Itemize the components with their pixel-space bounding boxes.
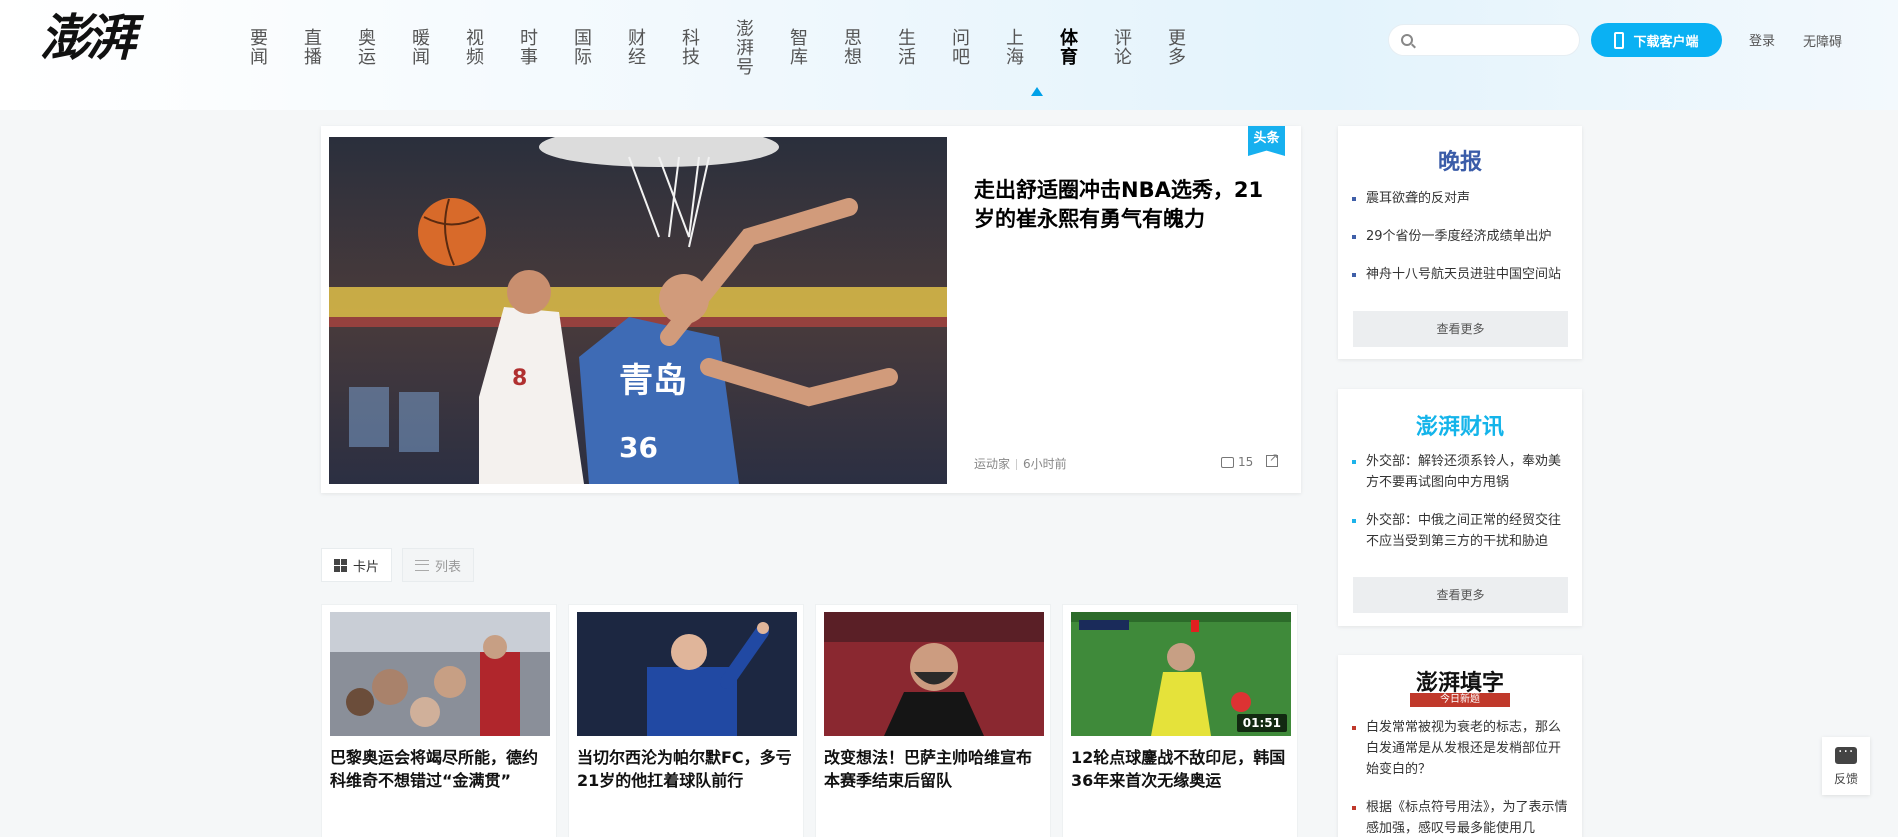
feedback-label: 反馈 <box>1833 772 1858 786</box>
list-view-button[interactable]: 列表 <box>402 548 475 582</box>
share-icon[interactable] <box>1266 451 1278 467</box>
evening-news-item[interactable]: 29个省份一季度经济成绩单出炉 <box>1352 226 1570 247</box>
news-card[interactable]: 当切尔西沦为帕尔默FC，多亏21岁的他扛着球队前行 <box>568 604 804 837</box>
grid-icon <box>334 558 347 572</box>
finance-news-list: 外交部：解铃还须系铃人，奉劝美方不要再试图向中方甩锅 外交部：中俄之间正常的经贸… <box>1352 451 1570 569</box>
evening-news-panel: 晚报 震耳欲聋的反对声 29个省份一季度经济成绩单出炉 神舟十八号航天员进驻中国… <box>1338 126 1582 359</box>
news-card-title[interactable]: 巴黎奥运会将竭尽所能，德约科维奇不想错过“金满贯” <box>330 746 552 792</box>
headline-source[interactable]: 运动家 <box>974 457 1010 471</box>
nav-item[interactable]: 问吧 <box>915 12 970 82</box>
nav-item[interactable]: 更多 <box>1131 12 1186 82</box>
comment-count-value: 15 <box>1238 455 1254 469</box>
nav-item[interactable]: 评论 <box>1077 12 1132 82</box>
header: 澎湃 要闻 直播 奥运 暖闻 视频 时事 国际 财经 科技 澎湃号 智库 思想 生活 问吧 上海 体育 评论 更多… <box>0 0 1898 110</box>
evening-news-item[interactable]: 震耳欲聋的反对声 <box>1352 188 1570 209</box>
nav-item[interactable]: 思想 <box>807 12 862 82</box>
news-card[interactable]: 巴黎奥运会将竭尽所能，德约科维奇不想错过“金满贯” <box>321 604 557 837</box>
news-card[interactable]: 改变想法！巴萨主帅哈维宣布本赛季结束后留队 <box>815 604 1051 837</box>
view-toggle: 卡片 列表 <box>321 548 475 582</box>
nav-item[interactable]: 时事 <box>483 12 538 82</box>
nav-item[interactable]: 视频 <box>429 12 484 82</box>
crossword-list: 白发常常被视为衰老的标志，那么白发通常是从发根还是发梢部位开始变白的？ 根据《标… <box>1352 717 1570 837</box>
search-input[interactable] <box>1421 30 1571 50</box>
feedback-button[interactable]: 反馈 <box>1822 737 1870 795</box>
nav-item[interactable]: 科技 <box>645 12 700 82</box>
list-view-label: 列表 <box>435 559 462 575</box>
nav-item[interactable]: 智库 <box>753 12 808 82</box>
comment-icon <box>1221 456 1234 468</box>
news-card-image[interactable]: 01:51 <box>1071 612 1291 736</box>
finance-news-item[interactable]: 外交部：中俄之间正常的经贸交往不应当受到第三方的干扰和胁迫 <box>1352 510 1570 552</box>
download-label: 下载客户端 <box>1633 34 1699 50</box>
svg-text:36: 36 <box>619 431 658 464</box>
crossword-panel: 澎湃填字 今日新题 白发常常被视为衰老的标志，那么白发通常是从发根还是发梢部位开… <box>1338 655 1582 837</box>
nav-item[interactable]: 体育 <box>1023 12 1078 82</box>
nav-item[interactable]: 暖闻 <box>375 12 430 82</box>
news-card-title[interactable]: 12轮点球鏖战不敌印尼，韩国36年来首次无缘奥运 <box>1071 746 1293 792</box>
nav-item[interactable]: 直播 <box>267 12 322 82</box>
nav-item[interactable]: 财经 <box>591 12 646 82</box>
card-view-label: 卡片 <box>353 559 380 575</box>
news-card-title[interactable]: 改变想法！巴萨主帅哈维宣布本赛季结束后留队 <box>824 746 1046 792</box>
accessibility-link[interactable]: 无障碍 <box>1803 31 1842 50</box>
nav-item[interactable]: 上海 <box>969 12 1024 82</box>
headline-badge: 头条 <box>1248 126 1285 156</box>
news-card[interactable]: 01:51 12轮点球鏖战不敌印尼，韩国36年来首次无缘奥运 <box>1062 604 1298 837</box>
evening-news-logo[interactable]: 晚报 <box>1338 144 1582 176</box>
list-icon <box>415 559 430 571</box>
comment-count[interactable]: 15 <box>1221 455 1253 469</box>
evening-news-item[interactable]: 神舟十八号航天员进驻中国空间站 <box>1352 264 1570 285</box>
nav-item[interactable]: 奥运 <box>321 12 376 82</box>
news-card-title[interactable]: 当切尔西沦为帕尔默FC，多亏21岁的他扛着球队前行 <box>577 746 799 792</box>
news-card-image[interactable] <box>330 612 550 736</box>
finance-more-button[interactable]: 查看更多 <box>1353 577 1568 613</box>
card-view-button[interactable]: 卡片 <box>321 548 393 582</box>
crossword-subtitle: 今日新题 <box>1410 693 1510 707</box>
news-card-grid: 巴黎奥运会将竭尽所能，德约科维奇不想错过“金满贯” 当切尔西沦为帕尔默FC，多亏… <box>321 604 1298 837</box>
finance-news-logo[interactable]: 澎湃财讯 <box>1338 409 1582 441</box>
crossword-item[interactable]: 白发常常被视为衰老的标志，那么白发通常是从发根还是发梢部位开始变白的？ <box>1352 717 1570 780</box>
search-icon[interactable] <box>1401 34 1413 46</box>
main-nav: 要闻 直播 奥运 暖闻 视频 时事 国际 财经 科技 澎湃号 智库 思想 生活 问吧 上海 体育 评论 更多 <box>213 12 1186 82</box>
active-nav-indicator <box>1031 87 1043 96</box>
nav-item[interactable]: 澎湃号 <box>699 12 754 82</box>
evening-news-list: 震耳欲聋的反对声 29个省份一季度经济成绩单出炉 神舟十八号航天员进驻中国空间站 <box>1352 188 1570 302</box>
headline-card[interactable]: 青岛 36 8 头条 走出舒适圈冲击NBA选秀，21岁的崔永熙有勇气有魄力 运动… <box>321 126 1301 493</box>
finance-news-item[interactable]: 外交部：解铃还须系铃人，奉劝美方不要再试图向中方甩锅 <box>1352 451 1570 493</box>
headline-meta: 运动家 6小时前 <box>974 455 1067 472</box>
news-card-image[interactable] <box>824 612 1044 736</box>
site-logo[interactable]: 澎湃 <box>40 6 150 70</box>
headline-title[interactable]: 走出舒适圈冲击NBA选秀，21岁的崔永熙有勇气有魄力 <box>974 176 1279 234</box>
nav-item[interactable]: 要闻 <box>213 12 268 82</box>
svg-text:8: 8 <box>512 366 527 391</box>
crossword-item[interactable]: 根据《标点符号用法》，为了表示情感加强，感叹号最多能使用几 <box>1352 797 1570 837</box>
download-app-button[interactable]: 下载客户端 <box>1591 23 1722 57</box>
evening-more-button[interactable]: 查看更多 <box>1353 311 1568 347</box>
svg-text:青岛: 青岛 <box>619 361 687 401</box>
headline-time: 6小时前 <box>1023 457 1067 471</box>
phone-icon <box>1614 31 1625 49</box>
nav-item[interactable]: 生活 <box>861 12 916 82</box>
chat-icon <box>1835 744 1857 764</box>
finance-news-panel: 澎湃财讯 外交部：解铃还须系铃人，奉劝美方不要再试图向中方甩锅 外交部：中俄之间… <box>1338 389 1582 626</box>
divider <box>1016 459 1018 470</box>
news-card-image[interactable] <box>577 612 797 736</box>
search-box <box>1388 24 1580 56</box>
video-duration: 01:51 <box>1236 714 1287 732</box>
nav-item[interactable]: 国际 <box>537 12 592 82</box>
headline-image[interactable]: 青岛 36 8 <box>329 137 947 484</box>
login-link[interactable]: 登录 <box>1749 30 1775 49</box>
